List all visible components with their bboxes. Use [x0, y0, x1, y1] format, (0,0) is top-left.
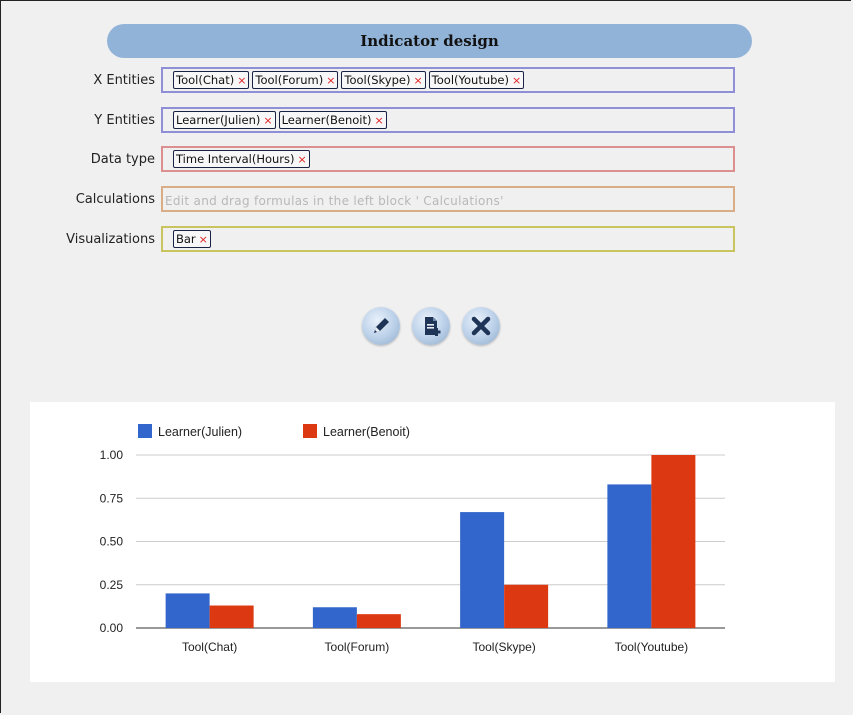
- tag-tool-youtube[interactable]: Tool(Youtube) ×: [428, 71, 525, 89]
- remove-tag-icon[interactable]: ×: [298, 153, 307, 166]
- data-type-label: Data type: [90, 152, 155, 167]
- tag-tool-forum[interactable]: Tool(Forum) ×: [252, 71, 339, 89]
- data-type-field[interactable]: Time Interval(Hours) ×: [161, 146, 735, 172]
- y-entities-label: Y Entities: [94, 113, 155, 128]
- tag-bar[interactable]: Bar ×: [173, 230, 211, 248]
- bar: [312, 607, 357, 628]
- bar: [209, 605, 254, 628]
- remove-tag-icon[interactable]: ×: [326, 74, 335, 87]
- tag-tool-skype[interactable]: Tool(Skype) ×: [341, 71, 426, 89]
- bar: [607, 484, 652, 628]
- tag-time-interval[interactable]: Time Interval(Hours) ×: [173, 150, 310, 168]
- calculations-label: Calculations: [75, 192, 155, 207]
- legend-label: Learner(Julien): [158, 425, 242, 439]
- remove-tag-icon[interactable]: ×: [263, 114, 272, 127]
- calculations-field[interactable]: Edit and drag formulas in the left block…: [161, 186, 735, 212]
- bar-chart: 0.00 0.25 0.50 0.75 1.00 Tool(Chat) Tool(Forum…: [100, 424, 725, 654]
- pencil-icon: [374, 318, 389, 333]
- save-indicator-button[interactable]: [412, 307, 450, 345]
- bar: [460, 512, 505, 628]
- y-tick-label: 1.00: [100, 448, 124, 462]
- edit-button[interactable]: [362, 307, 400, 345]
- x-tick-label: Tool(Skype): [472, 640, 535, 654]
- bar: [356, 614, 401, 628]
- remove-tag-icon[interactable]: ×: [237, 74, 246, 87]
- x-tick-label: Tool(Chat): [182, 640, 237, 654]
- y-tick-label: 0.50: [100, 535, 124, 549]
- x-entities-label: X Entities: [93, 73, 155, 88]
- visualizations-label: Visualizations: [66, 232, 155, 247]
- bar: [651, 455, 696, 628]
- chart-panel: 0.00 0.25 0.50 0.75 1.00 Tool(Chat) Tool(Forum…: [30, 402, 835, 682]
- x-tick-label: Tool(Youtube): [615, 640, 689, 654]
- page-title: Indicator design: [107, 24, 752, 58]
- legend-swatch: [303, 424, 317, 438]
- bar: [504, 584, 549, 628]
- tag-tool-chat[interactable]: Tool(Chat) ×: [173, 71, 250, 89]
- y-tick-label: 0.25: [100, 578, 124, 592]
- legend-label: Learner(Benoit): [323, 425, 410, 439]
- y-entities-field[interactable]: Learner(Julien) × Learner(Benoit) ×: [161, 107, 735, 133]
- legend-swatch: [138, 424, 152, 438]
- remove-tag-icon[interactable]: ×: [199, 233, 208, 246]
- x-entities-field[interactable]: Tool(Chat) × Tool(Forum) × Tool(Skype) × Tool(…: [161, 67, 735, 93]
- delete-button[interactable]: [462, 307, 500, 345]
- remove-tag-icon[interactable]: ×: [413, 74, 422, 87]
- document-add-icon: [425, 317, 441, 336]
- x-tick-label: Tool(Forum): [325, 640, 390, 654]
- tag-learner-julien[interactable]: Learner(Julien) ×: [173, 111, 276, 129]
- tag-learner-benoit[interactable]: Learner(Benoit) ×: [278, 111, 387, 129]
- visualizations-field[interactable]: Bar ×: [161, 226, 735, 252]
- bar: [165, 593, 210, 628]
- remove-tag-icon[interactable]: ×: [375, 114, 384, 127]
- y-tick-label: 0.75: [100, 491, 124, 505]
- close-x-icon: [471, 316, 491, 336]
- y-tick-label: 0.00: [100, 621, 124, 635]
- calculations-placeholder: Edit and drag formulas in the left block…: [165, 194, 504, 208]
- remove-tag-icon[interactable]: ×: [512, 74, 521, 87]
